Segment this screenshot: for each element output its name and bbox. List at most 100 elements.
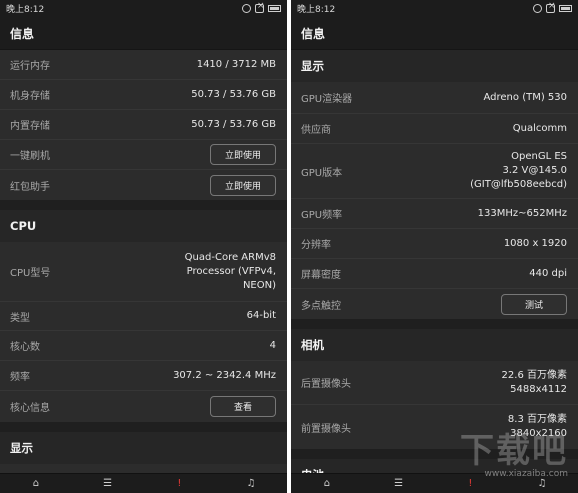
row-label: 前置摄像头 [301, 423, 351, 435]
notification-icon [546, 1, 556, 13]
row-value: 22.6 百万像素 5488x4112 [502, 369, 567, 397]
row-value: 8.3 百万像素 3840x2160 [508, 413, 567, 441]
section-header-display: 显示 [0, 432, 287, 464]
home-icon[interactable]: ⌂ [29, 478, 43, 489]
row-label: GPU版本 [301, 167, 343, 179]
row-value: OpenGL ES 3.2 V@145.0 (GIT@lfb508eebcd) [470, 150, 567, 192]
status-time: 晚上8:12 [297, 5, 336, 15]
flash-use-button[interactable]: 立即使用 [210, 144, 276, 165]
info-row-redpacket: 红包助手 立即使用 [0, 170, 287, 200]
row-label: CPU型号 [10, 268, 51, 279]
page-title: 信息 [0, 17, 287, 50]
content-scroll[interactable]: 运行内存 1410 / 3712 MB 机身存储 50.73 / 53.76 G… [0, 50, 287, 473]
value-line: 3.2 V@145.0 [502, 165, 567, 176]
alarm-icon [242, 4, 251, 13]
row-value: Quad-Core ARMv8 Processor (VFPv4, NEON) [185, 251, 276, 293]
row-label: 核心数 [10, 342, 40, 353]
value-line: 3840x2160 [510, 428, 567, 439]
info-row-core-info: 核心信息 查看 [0, 391, 287, 422]
row-label: 内置存储 [10, 121, 50, 132]
status-time: 晚上8:12 [6, 5, 45, 15]
section-header-display: 显示 [291, 50, 578, 82]
section-divider [291, 449, 578, 459]
info-row-vendor: 供应商 Qualcomm [291, 114, 578, 144]
value-line: NEON) [242, 279, 276, 291]
row-label: 一键刷机 [10, 151, 50, 162]
section-header-battery: 电池 [291, 459, 578, 473]
info-row-ram: 运行内存 1410 / 3712 MB [0, 50, 287, 80]
info-row-front-camera: 前置摄像头 8.3 百万像素 3840x2160 [291, 405, 578, 449]
info-row-cpu-cores: 核心数 4 [0, 331, 287, 361]
info-row-multitouch: 多点触控 测试 [291, 289, 578, 319]
row-label: 频率 [10, 372, 30, 383]
section-header-cpu: CPU [0, 210, 287, 242]
row-label: 分辨率 [301, 240, 331, 251]
info-row-storage: 机身存储 50.73 / 53.76 GB [0, 80, 287, 110]
value-line: 8.3 百万像素 [507, 414, 567, 425]
value-line: 22.6 百万像素 [501, 369, 567, 381]
row-value: 64-bit [246, 310, 276, 321]
bell-icon[interactable]: ♫ [535, 478, 549, 489]
info-row-cpu-model: CPU型号 Quad-Core ARMv8 Processor (VFPv4, … [0, 242, 287, 302]
row-value: 1080 x 1920 [503, 237, 567, 249]
row-label: GPU渲染器 [301, 94, 353, 105]
row-value: 4 [269, 339, 276, 351]
info-row-density: 屏幕密度 440 dpi [291, 259, 578, 289]
info-row-gpu-version: GPU版本 OpenGL ES 3.2 V@145.0 (GIT@lfb508e… [291, 144, 578, 199]
section-divider [0, 422, 287, 432]
status-bar: 晚上8:12 [291, 0, 578, 17]
info-row-gpu-renderer: GPU渲染器 Adreno (TM) 530 [291, 82, 578, 114]
row-label: 供应商 [301, 125, 331, 136]
row-value: 307.2 ~ 2342.4 MHz [173, 369, 276, 381]
row-label: 机身存储 [10, 91, 50, 102]
core-info-view-button[interactable]: 查看 [210, 396, 276, 417]
value-line: Processor (VFPv4, [186, 265, 276, 277]
bell-icon[interactable]: ♫ [244, 478, 258, 489]
value-line: 5488x4112 [510, 383, 567, 395]
info-row-rear-camera: 后置摄像头 22.6 百万像素 5488x4112 [291, 361, 578, 405]
content-scroll[interactable]: 显示 GPU渲染器 Adreno (TM) 530 供应商 Qualcomm G… [291, 50, 578, 473]
row-value: 50.73 / 53.76 GB [191, 118, 276, 130]
page-title: 信息 [291, 17, 578, 50]
list-icon[interactable]: ☰ [392, 478, 406, 489]
row-label: 多点触控 [301, 300, 341, 312]
multitouch-test-button[interactable]: 测试 [501, 293, 567, 315]
list-icon[interactable]: ☰ [101, 478, 115, 489]
redpacket-use-button[interactable]: 立即使用 [210, 174, 276, 196]
status-bar: 晚上8:12 [0, 0, 287, 17]
info-row-flash: 一键刷机 立即使用 [0, 140, 287, 170]
section-divider [291, 319, 578, 329]
info-row-resolution: 分辨率 1080 x 1920 [291, 229, 578, 259]
row-label: 红包助手 [10, 181, 50, 193]
home-icon[interactable]: ⌂ [320, 478, 334, 489]
row-label: 类型 [10, 312, 30, 324]
alert-icon[interactable]: ! [463, 478, 477, 489]
row-value: 440 dpi [529, 267, 567, 279]
row-label: 屏幕密度 [301, 270, 341, 281]
bottom-nav: ⌂ ☰ ! ♫ [0, 473, 287, 493]
battery-icon [268, 5, 281, 12]
row-label: 运行内存 [10, 61, 50, 72]
left-phone-screen: 晚上8:12 信息 运行内存 1410 / 3712 MB 机身存储 50.73… [0, 0, 287, 493]
section-divider [0, 200, 287, 210]
info-row-cpu-type: 类型 64-bit [0, 302, 287, 331]
bottom-nav: ⌂ ☰ ! ♫ [291, 473, 578, 493]
notification-icon [255, 1, 265, 13]
row-label: 核心信息 [10, 403, 50, 414]
row-value: Adreno (TM) 530 [483, 91, 568, 103]
alarm-icon [533, 4, 542, 13]
value-line: (GIT@lfb508eebcd) [470, 179, 567, 190]
battery-icon [559, 5, 572, 12]
row-value: 1410 / 3712 MB [196, 58, 276, 70]
row-label: GPU频率 [301, 210, 343, 221]
value-line: OpenGL ES [511, 151, 567, 162]
right-phone-screen: 晚上8:12 信息 显示 GPU渲染器 Adreno (TM) 530 供应商 … [291, 0, 578, 493]
row-value: Qualcomm [512, 122, 567, 134]
info-row-internal-storage: 内置存储 50.73 / 53.76 GB [0, 110, 287, 140]
row-value: 50.73 / 53.76 GB [191, 88, 276, 100]
alert-icon[interactable]: ! [172, 478, 186, 489]
info-row-cpu-freq: 频率 307.2 ~ 2342.4 MHz [0, 361, 287, 391]
row-label: 后置摄像头 [301, 379, 351, 390]
section-header-camera: 相机 [291, 329, 578, 361]
info-row-gpu-freq: GPU频率 133MHz~652MHz [291, 199, 578, 229]
